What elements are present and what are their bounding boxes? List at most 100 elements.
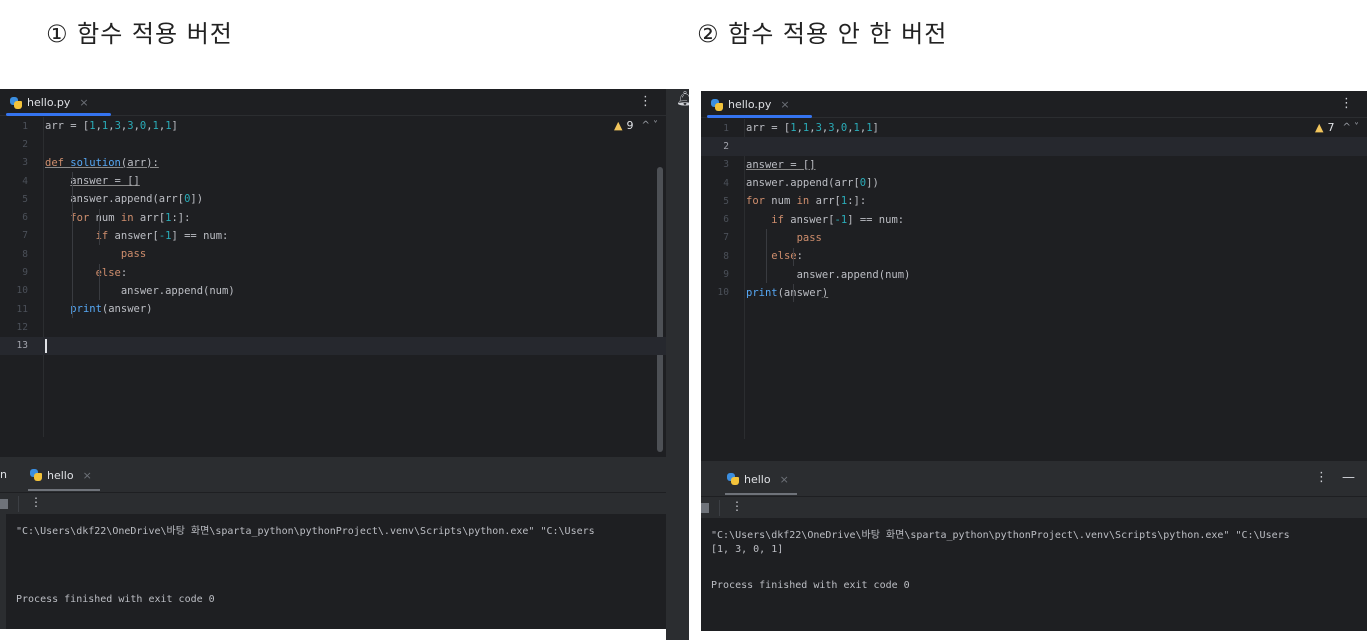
code-line[interactable]: 3 def solution(arr):	[0, 154, 666, 172]
close-run-tab-icon[interactable]: ×	[780, 473, 789, 486]
code-token: answer.append(arr[	[45, 193, 185, 206]
code-line[interactable]: 1 arr = [1,1,3,3,0,1,1]	[0, 117, 666, 135]
line-number: 12	[16, 321, 28, 333]
line-number: 9	[22, 267, 28, 279]
code-token: ]	[171, 120, 178, 133]
code-line[interactable]: 1 arr = [1,1,3,3,0,1,1]	[701, 119, 1367, 137]
indent-guide	[766, 229, 767, 283]
code-line[interactable]: 8 pass	[0, 245, 666, 263]
line-number: 4	[723, 177, 729, 189]
console-line: Process finished with exit code 0	[711, 580, 910, 591]
editor-tab-hello-py[interactable]: hello.py ×	[707, 91, 812, 118]
code-line[interactable]: 3 answer = []	[701, 156, 1367, 174]
code-text	[45, 338, 47, 353]
indent-guide	[793, 284, 794, 302]
run-tab-label: hello	[744, 472, 771, 486]
code-token: ]	[872, 122, 879, 135]
close-tab-icon[interactable]: ×	[780, 98, 789, 111]
run-more-options-icon[interactable]: ⋮	[1315, 470, 1328, 485]
close-tab-icon[interactable]: ×	[79, 96, 88, 109]
line-number: 4	[22, 175, 28, 187]
code-text: answer.append(arr[0])	[45, 193, 203, 205]
active-tab-indicator	[6, 113, 111, 116]
code-line[interactable]: 12	[0, 318, 666, 336]
code-text: print(answer)	[45, 303, 152, 315]
code-token: :]:	[847, 195, 867, 208]
python-file-icon	[10, 96, 22, 109]
minimize-icon[interactable]: —	[1342, 470, 1355, 485]
code-token: (answer	[777, 286, 822, 299]
console-output[interactable]: "C:\Users\dkf22\OneDrive\바탕 화면\sparta_py…	[701, 518, 1367, 631]
code-line[interactable]: 13	[0, 336, 666, 355]
code-editor[interactable]: ▲ 7 ^ ˅ 1 arr = [1,1,3,3,0,1,1] 2 3 answer =…	[701, 119, 1367, 439]
code-token: print	[746, 286, 778, 299]
code-token: :]:	[171, 211, 191, 224]
stop-icon[interactable]	[701, 503, 709, 513]
close-run-tab-icon[interactable]: ×	[83, 469, 92, 482]
code-line[interactable]: 10 print(answer)	[701, 284, 1367, 302]
stop-icon[interactable]	[0, 499, 8, 509]
run-header: n hello ×	[0, 458, 666, 492]
code-token: :	[120, 266, 128, 279]
editor-tab-bar: hello.py × ⋮	[701, 91, 1367, 118]
code-line[interactable]: 4 answer = []	[0, 172, 666, 190]
more-options-icon[interactable]: ⋮	[1340, 96, 1353, 111]
code-token: in	[796, 195, 816, 208]
code-token: pass	[796, 231, 822, 244]
line-number: 3	[22, 157, 28, 169]
code-token: ] == num:	[847, 213, 905, 226]
more-options-icon[interactable]: ⋮	[639, 94, 652, 109]
code-text: answer.append(arr[0])	[746, 177, 879, 189]
run-tab-hello[interactable]: hello ×	[28, 458, 100, 492]
tab-label: hello.py	[27, 96, 71, 109]
code-text: answer.append(num)	[45, 285, 235, 297]
code-line[interactable]: 11 print(answer)	[0, 300, 666, 318]
code-line[interactable]: 5 answer.append(arr[0])	[0, 190, 666, 208]
right-ide-window: hello.py × ⋮ ▲ 7 ^ ˅ 1 arr = [1,1,3,3,0,1…	[701, 91, 1367, 631]
code-line[interactable]: 2	[701, 137, 1367, 156]
line-number: 6	[22, 212, 28, 224]
toolbar-menu-icon[interactable]: ⋮	[731, 499, 743, 513]
code-editor[interactable]: ▲ 9 ^ ˅ 1 arr = [1,1,3,3,0,1,1] 2 3 def solu…	[0, 117, 666, 452]
code-text: else:	[746, 250, 803, 262]
screenshot-divider	[689, 89, 701, 640]
code-line[interactable]: 8 else:	[701, 247, 1367, 265]
heading-without-function: ② 함수 적용 안 한 버전	[697, 20, 948, 48]
run-tool-window: hello × ⋮ — ⋮ "C:\Users\dkf22\OneDrive\바…	[701, 461, 1367, 631]
run-tab-indicator	[725, 493, 797, 495]
line-number: 7	[723, 232, 729, 244]
code-token: arr = [	[746, 122, 791, 135]
code-line[interactable]: 7 pass	[701, 229, 1367, 247]
console-output[interactable]: "C:\Users\dkf22\OneDrive\바탕 화면\sparta_py…	[0, 514, 666, 629]
code-token: answer[	[114, 229, 159, 242]
line-number: 13	[16, 340, 28, 352]
tab-label: hello.py	[728, 98, 772, 111]
code-line[interactable]: 2	[0, 135, 666, 153]
code-token: -1	[158, 229, 172, 242]
code-line[interactable]: 6 if answer[-1] == num:	[701, 211, 1367, 229]
code-line[interactable]: 9 answer.append(num)	[701, 265, 1367, 283]
code-line[interactable]: 4 answer.append(arr[0])	[701, 174, 1367, 192]
code-text: arr = [1,1,3,3,0,1,1]	[746, 122, 879, 134]
editor-tab-hello-py[interactable]: hello.py ×	[6, 89, 111, 116]
code-token: answer.append(arr[	[746, 177, 860, 190]
line-number: 7	[22, 230, 28, 242]
code-text: arr = [1,1,3,3,0,1,1]	[45, 120, 178, 132]
run-more-options-icon[interactable]: ⋮	[30, 495, 42, 509]
console-line: "C:\Users\dkf22\OneDrive\바탕 화면\sparta_py…	[16, 526, 595, 537]
code-text: def solution(arr):	[45, 157, 159, 169]
code-token: ])	[190, 193, 204, 206]
line-number: 8	[723, 250, 729, 262]
run-toolbar: ⋮	[0, 492, 666, 514]
toolbar-separator	[18, 496, 19, 512]
indent-guide	[99, 209, 100, 245]
code-token: (answer)	[101, 303, 153, 316]
run-tab-hello[interactable]: hello ×	[725, 462, 797, 496]
code-line[interactable]: 5 for num in arr[1:]:	[701, 192, 1367, 210]
